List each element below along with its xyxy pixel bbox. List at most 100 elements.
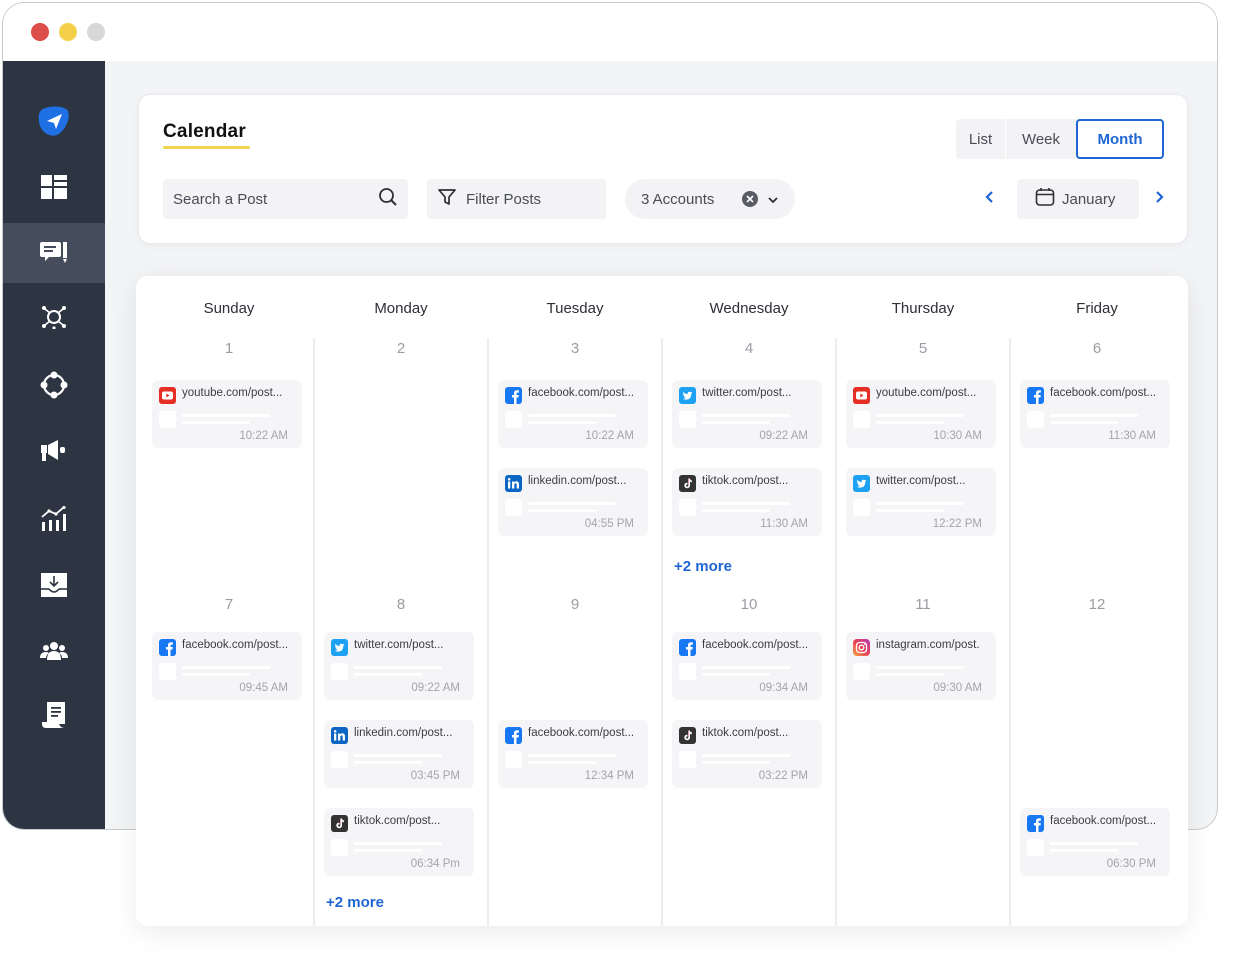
sidebar-item-logo[interactable] [3,91,105,151]
accounts-label: 3 Accounts [641,190,715,208]
post-url: instagram.com/post. [876,639,980,651]
post-card[interactable]: twitter.com/post... 09:22 AM [672,380,822,448]
post-text-placeholder [876,666,964,669]
post-thumbnail-placeholder [853,411,870,428]
post-thumbnail-placeholder [159,663,176,680]
search-icon[interactable] [378,187,398,212]
post-text-placeholder [1050,421,1118,424]
month-label: January [1062,190,1116,208]
tiktok-icon [679,475,696,492]
date-number: 5 [918,340,928,357]
twitter-icon [331,639,348,656]
clear-accounts-icon[interactable] [742,191,758,207]
post-card[interactable]: facebook.com/post... 09:45 AM [152,632,302,700]
search-field[interactable] [163,179,408,219]
post-text-placeholder [876,673,944,676]
sidebar-item-engage[interactable] [3,355,105,415]
tab-month[interactable]: Month [1076,119,1164,159]
facebook-icon [1027,815,1044,832]
zoom-window-button[interactable] [87,23,105,41]
post-url: facebook.com/post... [182,639,289,651]
page-title: Calendar [163,121,246,142]
document-scroll-icon [41,702,67,728]
facebook-icon [159,639,176,656]
post-card[interactable]: twitter.com/post... 12:22 PM [846,468,996,536]
sidebar-item-team[interactable] [3,621,105,681]
post-text-placeholder [528,414,616,417]
minimize-window-button[interactable] [59,23,77,41]
post-time: 09:30 AM [933,682,982,694]
day-header-wednesday: Wednesday [709,300,789,317]
month-picker[interactable]: January [1017,179,1139,219]
post-time: 12:22 PM [932,518,982,530]
post-card[interactable]: twitter.com/post... 09:22 AM [324,632,474,700]
sidebar [3,61,105,829]
post-text-placeholder [354,761,422,764]
post-url: facebook.com/post... [702,639,809,651]
post-text-placeholder [702,509,770,512]
chevron-down-icon [767,191,779,208]
sidebar-item-analytics[interactable] [3,489,105,549]
post-url: facebook.com/post... [1050,387,1157,399]
post-text-placeholder [182,673,250,676]
post-card[interactable]: linkedin.com/post... 04:55 PM [498,468,648,536]
post-url: linkedin.com/post... [528,475,627,487]
sidebar-item-inbox[interactable] [3,555,105,615]
date-number: 8 [396,596,406,613]
tab-list[interactable]: List [956,119,1006,159]
calendar-header-card: Calendar Filter Posts 3 Accounts List [138,94,1188,244]
sidebar-item-connections[interactable] [3,287,105,347]
post-card[interactable]: facebook.com/post... 12:34 PM [498,720,648,788]
previous-month-button[interactable] [977,187,1001,211]
users-group-icon [40,642,68,660]
post-card[interactable]: tiktok.com/post... 11:30 AM [672,468,822,536]
tab-week[interactable]: Week [1006,119,1076,159]
post-thumbnail-placeholder [853,499,870,516]
sidebar-item-dashboard[interactable] [3,157,105,217]
post-thumbnail-placeholder [679,663,696,680]
column-divider [313,338,315,926]
circle-nodes-icon [40,371,68,399]
post-card[interactable]: linkedin.com/post... 03:45 PM [324,720,474,788]
post-card[interactable]: facebook.com/post... 06:30 PM [1020,808,1170,876]
post-text-placeholder [528,754,616,757]
day-header-sunday: Sunday [203,300,255,317]
post-card[interactable]: tiktok.com/post... 06:34 Pm [324,808,474,876]
post-thumbnail-placeholder [505,751,522,768]
post-text-placeholder [1050,414,1138,417]
post-text-placeholder [528,509,596,512]
post-card[interactable]: facebook.com/post... 09:34 AM [672,632,822,700]
post-time: 03:22 PM [758,770,808,782]
accounts-dropdown[interactable]: 3 Accounts [625,179,795,219]
linkedin-icon [505,475,522,492]
post-time: 10:22 AM [239,430,288,442]
chart-trend-icon [41,506,67,532]
date-number: 4 [744,340,754,357]
show-more-link[interactable]: +2 more [326,894,384,911]
post-card[interactable]: tiktok.com/post... 03:22 PM [672,720,822,788]
post-card[interactable]: instagram.com/post. 09:30 AM [846,632,996,700]
post-time: 04:55 PM [584,518,634,530]
title-bar [3,3,1217,61]
day-header-tuesday: Tuesday [546,300,604,317]
post-thumbnail-placeholder [331,751,348,768]
search-input[interactable] [173,190,378,208]
show-more-link[interactable]: +2 more [674,558,732,575]
column-divider [1009,338,1011,926]
sidebar-item-reports[interactable] [3,685,105,745]
close-window-button[interactable] [31,23,49,41]
sidebar-item-publish[interactable] [3,223,105,283]
post-card[interactable]: facebook.com/post... 10:22 AM [498,380,648,448]
post-thumbnail-placeholder [853,663,870,680]
filter-posts-button[interactable]: Filter Posts [427,179,606,219]
post-card[interactable]: youtube.com/post... 10:22 AM [152,380,302,448]
next-month-button[interactable] [1148,187,1172,211]
post-url: tiktok.com/post... [354,815,441,827]
sidebar-item-campaigns[interactable] [3,421,105,481]
post-card[interactable]: facebook.com/post... 11:30 AM [1020,380,1170,448]
date-number: 3 [570,340,580,357]
title-underline [163,146,250,149]
calendar-icon [1035,187,1055,211]
post-card[interactable]: youtube.com/post... 10:30 AM [846,380,996,448]
post-thumbnail-placeholder [679,751,696,768]
